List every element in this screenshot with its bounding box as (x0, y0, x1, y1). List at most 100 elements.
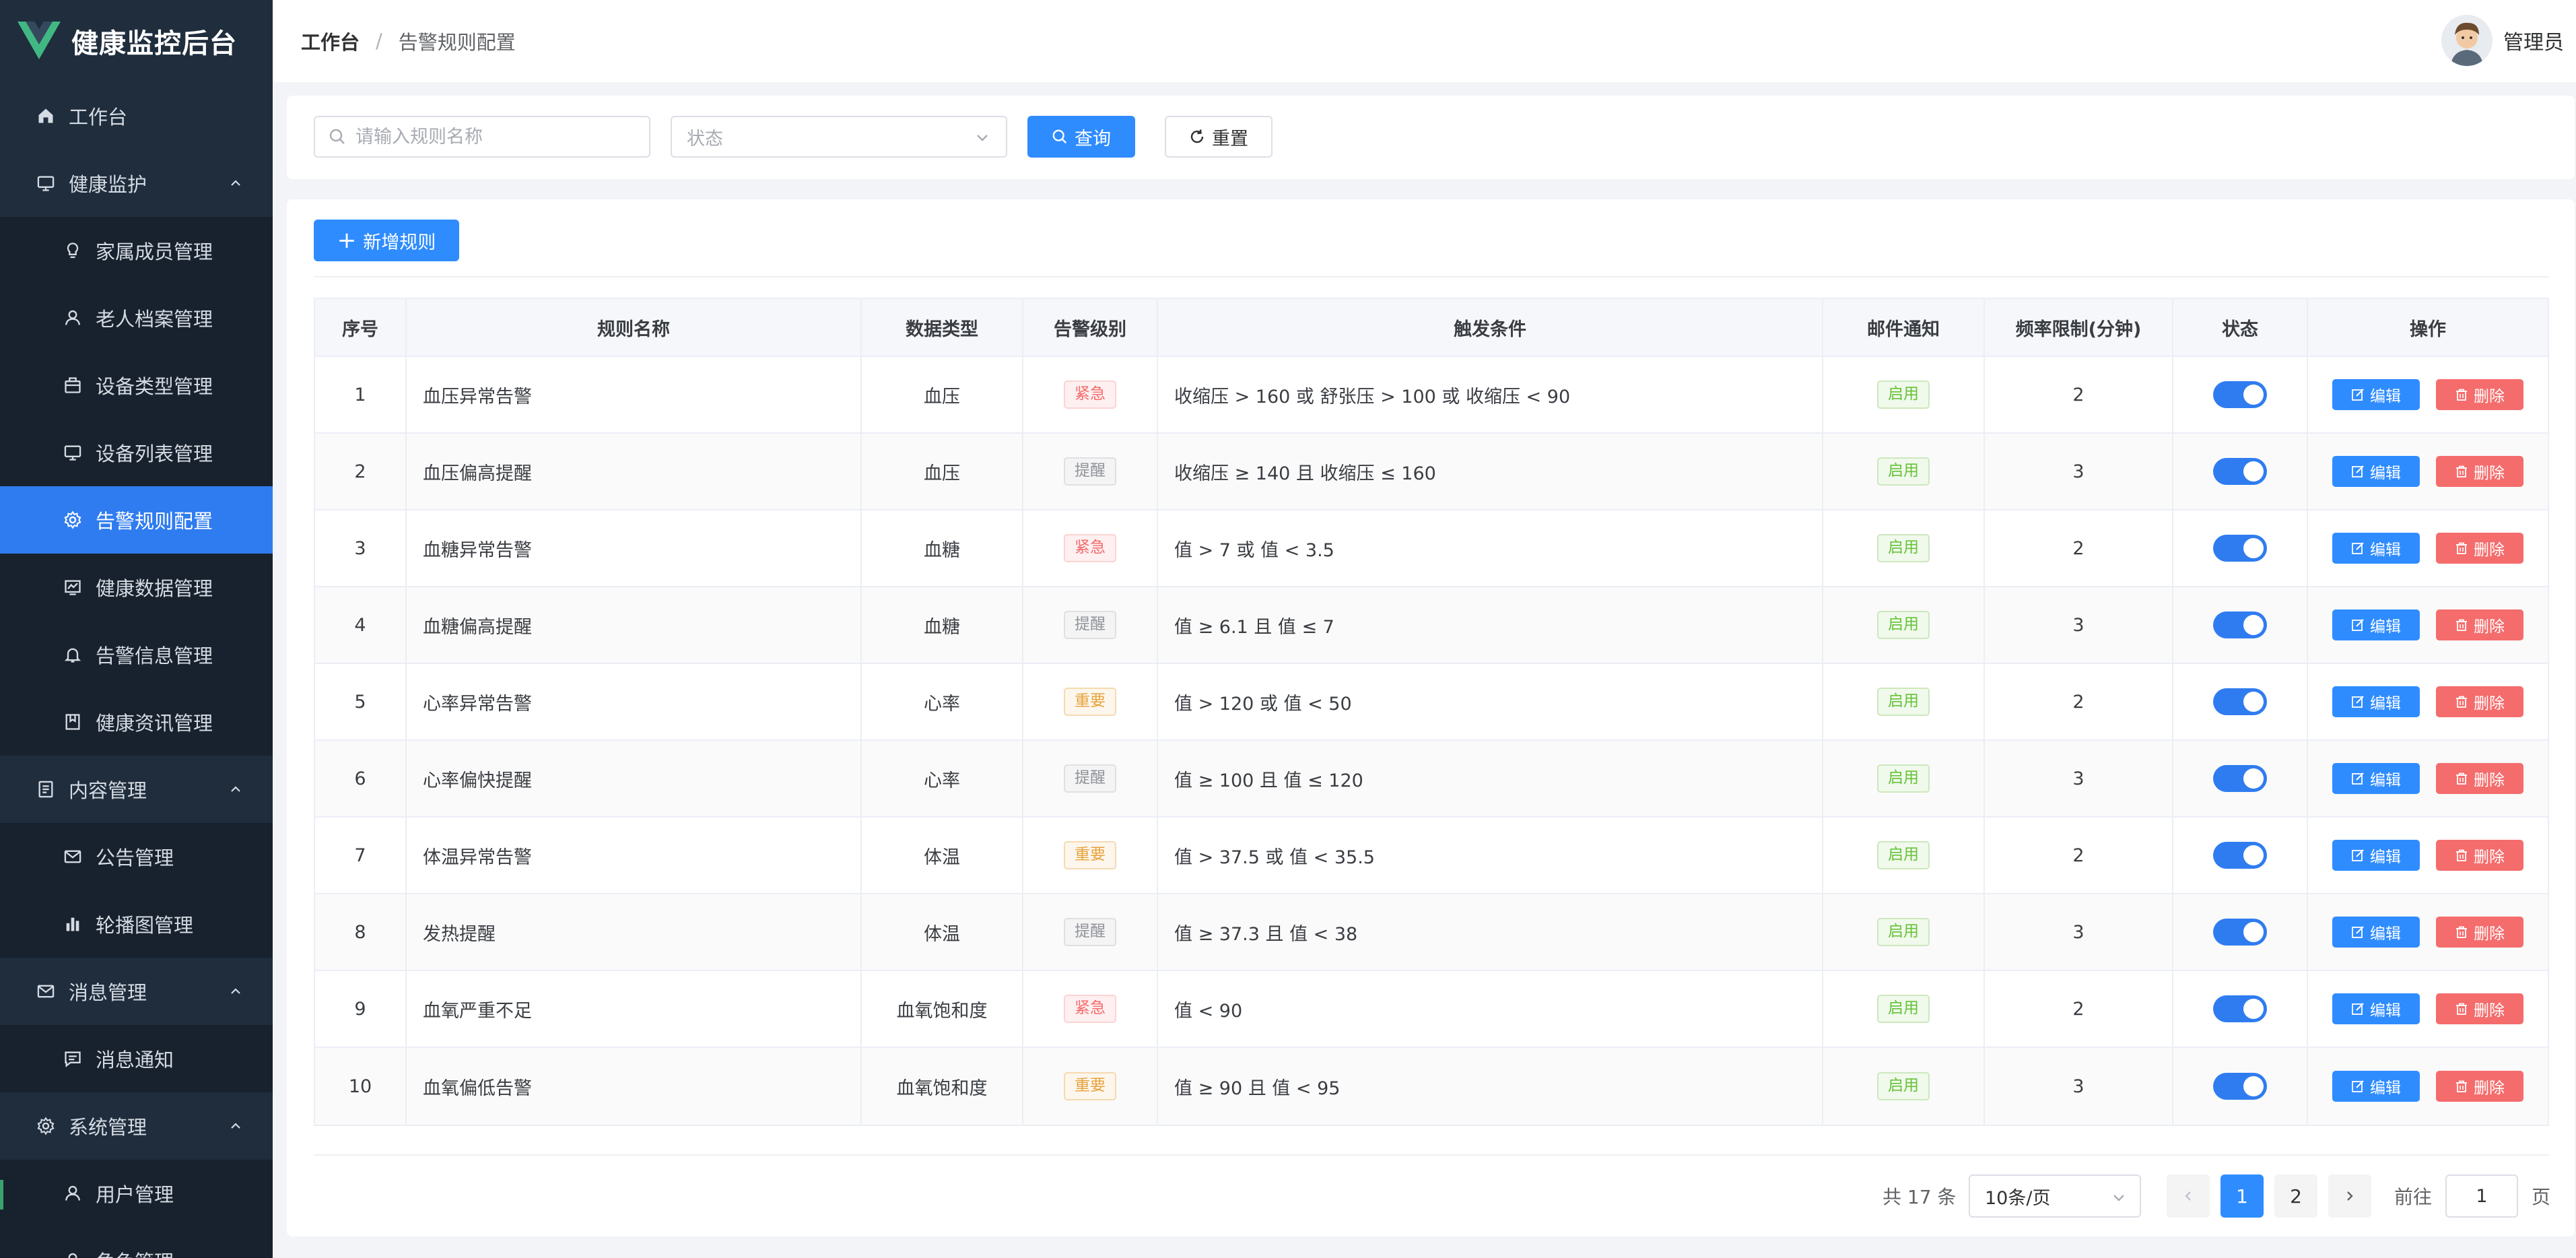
chevron-up-icon (228, 1115, 243, 1138)
level-badge: 提醒 (1064, 918, 1116, 946)
delete-button[interactable]: 删除 (2436, 609, 2523, 640)
sidebar-item-17[interactable]: 角色管理 (0, 1227, 273, 1258)
sidebar-item-5[interactable]: 设备列表管理 (0, 419, 273, 486)
email-badge: 启用 (1877, 1072, 1930, 1100)
page-button-2[interactable]: 2 (2274, 1174, 2317, 1218)
edit-button[interactable]: 编辑 (2332, 609, 2420, 640)
status-cell (2173, 510, 2308, 586)
sidebar-item-label: 健康数据管理 (96, 577, 213, 600)
avatar[interactable] (2441, 15, 2493, 66)
status-toggle[interactable] (2213, 381, 2267, 408)
chevron-up-icon (228, 981, 243, 1003)
status-toggle[interactable] (2213, 765, 2267, 792)
status-toggle[interactable] (2213, 611, 2267, 638)
table-row: 2 血压偏高提醒 血压 提醒 收缩压 ≥ 140 且 收缩压 ≤ 160 启用 3 编辑 删除 (315, 434, 2548, 510)
edit-label: 编辑 (2370, 541, 2401, 559)
status-cell (2173, 741, 2308, 816)
edit-button[interactable]: 编辑 (2332, 686, 2420, 717)
edit-button[interactable]: 编辑 (2332, 993, 2420, 1024)
delete-button[interactable]: 删除 (2436, 686, 2523, 717)
sidebar-item-16[interactable]: 用户管理 (0, 1160, 273, 1227)
level-cell: 紧急 (1023, 510, 1158, 586)
sidebar-item-13[interactable]: 消息管理 (0, 958, 273, 1025)
email-cell: 启用 (1823, 971, 1985, 1047)
add-rule-button[interactable]: + 新增规则 (314, 220, 459, 261)
sidebar-item-label: 公告管理 (96, 847, 174, 869)
sidebar-item-8[interactable]: 告警信息管理 (0, 621, 273, 688)
delete-button[interactable]: 删除 (2436, 379, 2523, 410)
status-toggle[interactable] (2213, 1073, 2267, 1100)
goto-page-input[interactable]: 1 (2445, 1174, 2518, 1218)
email-cell: 启用 (1823, 357, 1985, 432)
sidebar-item-11[interactable]: 公告管理 (0, 823, 273, 890)
monitor-icon (62, 442, 83, 463)
rule-name-search[interactable] (314, 116, 650, 158)
delete-label: 删除 (2474, 465, 2505, 482)
level-cell: 提醒 (1023, 587, 1158, 663)
trash-icon (2455, 772, 2468, 785)
edit-button[interactable]: 编辑 (2332, 456, 2420, 487)
page-button-1[interactable]: 1 (2221, 1174, 2264, 1218)
delete-button[interactable]: 删除 (2436, 917, 2523, 948)
query-button[interactable]: 查询 (1027, 116, 1135, 158)
trash-icon (2455, 618, 2468, 632)
edit-button[interactable]: 编辑 (2332, 533, 2420, 564)
rule-name-input[interactable] (354, 125, 640, 148)
data-type: 心率 (862, 741, 1023, 816)
toggle-knob (2243, 922, 2264, 942)
status-toggle[interactable] (2213, 535, 2267, 562)
delete-label: 删除 (2474, 772, 2505, 789)
column-header: 规则名称 (407, 299, 862, 356)
frequency-limit: 2 (1985, 357, 2173, 432)
sidebar-item-9[interactable]: 健康资讯管理 (0, 688, 273, 756)
delete-button[interactable]: 删除 (2436, 1071, 2523, 1102)
level-badge: 提醒 (1064, 457, 1116, 486)
sidebar-item-15[interactable]: 系统管理 (0, 1092, 273, 1160)
sidebar-item-4[interactable]: 设备类型管理 (0, 352, 273, 419)
edit-button[interactable]: 编辑 (2332, 379, 2420, 410)
delete-button[interactable]: 删除 (2436, 763, 2523, 794)
rule-name: 血压偏高提醒 (407, 434, 862, 509)
sidebar-item-3[interactable]: 老人档案管理 (0, 284, 273, 352)
user-name[interactable]: 管理员 (2503, 26, 2564, 55)
sidebar-item-label: 角色管理 (96, 1247, 174, 1258)
status-toggle[interactable] (2213, 842, 2267, 869)
edge-marker (0, 1180, 3, 1210)
page-size-select[interactable]: 10条/页 (1969, 1174, 2141, 1218)
next-page-button[interactable] (2328, 1174, 2371, 1218)
logo: 健康监控后台 (0, 0, 273, 82)
sidebar-item-14[interactable]: 消息通知 (0, 1025, 273, 1092)
trash-icon (2455, 388, 2468, 401)
chevron-up-icon (231, 1123, 240, 1129)
sidebar-item-12[interactable]: 轮播图管理 (0, 890, 273, 958)
user-menu[interactable]: 管理员 (2441, 15, 2564, 66)
rule-name: 血糖异常告警 (407, 510, 862, 586)
column-header: 操作 (2410, 319, 2446, 340)
status-toggle[interactable] (2213, 688, 2267, 715)
edit-label: 编辑 (2370, 1002, 2401, 1020)
data-type: 体温 (862, 894, 1023, 970)
edit-button[interactable]: 编辑 (2332, 917, 2420, 948)
edit-button[interactable]: 编辑 (2332, 840, 2420, 871)
edit-button[interactable]: 编辑 (2332, 1071, 2420, 1102)
delete-button[interactable]: 删除 (2436, 456, 2523, 487)
delete-button[interactable]: 删除 (2436, 533, 2523, 564)
prev-page-button[interactable] (2167, 1174, 2210, 1218)
status-toggle[interactable] (2213, 919, 2267, 946)
edit-button[interactable]: 编辑 (2332, 763, 2420, 794)
sidebar-item-1[interactable]: 健康监护 (0, 150, 273, 217)
status-select[interactable]: 状态 (671, 116, 1007, 158)
breadcrumb-home[interactable]: 工作台 (301, 27, 360, 55)
status-toggle[interactable] (2213, 995, 2267, 1022)
avatar-icon (2441, 15, 2493, 66)
sidebar-item-7[interactable]: 健康数据管理 (0, 554, 273, 621)
reset-button[interactable]: 重置 (1165, 116, 1273, 158)
table-row: 7 体温异常告警 体温 重要 值 > 37.5 或 值 < 35.5 启用 2 编辑 删除 (315, 818, 2548, 894)
sidebar-item-2[interactable]: 家属成员管理 (0, 217, 273, 284)
delete-button[interactable]: 删除 (2436, 993, 2523, 1024)
delete-button[interactable]: 删除 (2436, 840, 2523, 871)
status-toggle[interactable] (2213, 458, 2267, 485)
sidebar-item-10[interactable]: 内容管理 (0, 756, 273, 823)
sidebar-item-0[interactable]: 工作台 (0, 82, 273, 150)
sidebar-item-6[interactable]: 告警规则配置 (0, 486, 273, 554)
